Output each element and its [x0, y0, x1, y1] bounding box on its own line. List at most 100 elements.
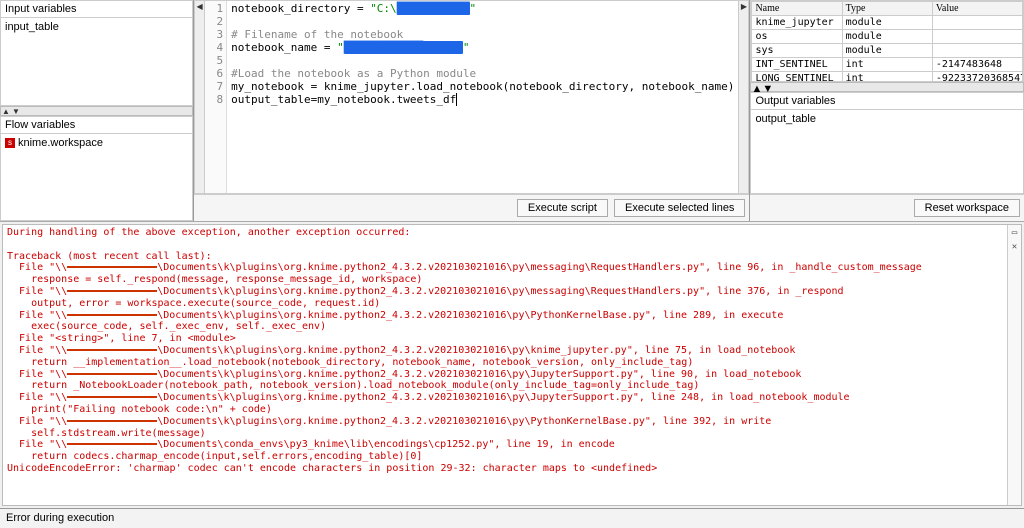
reset-workspace-button[interactable]: Reset workspace [914, 199, 1020, 217]
ln: 8 [205, 93, 223, 106]
code-area[interactable]: notebook_directory = "C:\███████████" # … [227, 1, 738, 193]
t: exec(source_code, self._exec_env, self._… [7, 321, 326, 332]
t: return _NotebookLoader(notebook_path, no… [7, 380, 699, 391]
input-variables-header: Input variables [0, 0, 193, 18]
code-editor[interactable]: ◀ 1 2 3 4 5 6 7 8 notebook_directory = "… [194, 0, 749, 194]
redacted [67, 443, 157, 445]
ln: 1 [205, 2, 223, 15]
cursor [456, 93, 457, 106]
clear-icon[interactable]: ✕ [1010, 242, 1020, 252]
redacted [67, 420, 157, 422]
t: File "\\ [7, 262, 67, 273]
ln: 2 [205, 15, 223, 28]
t: \Documents\k\plugins\org.knime.python2_4… [157, 345, 795, 356]
t: File "\\ [7, 345, 67, 356]
t: " [463, 41, 470, 54]
table-row[interactable]: knime_jupytermodule [752, 16, 1023, 30]
editor-column: ◀ 1 2 3 4 5 6 7 8 notebook_directory = "… [194, 0, 750, 221]
col-value[interactable]: Value [932, 2, 1022, 16]
collapse-icon[interactable]: ▭ [1010, 228, 1020, 238]
t: \Documents\conda_envs\py3_knime\lib\enco… [157, 439, 615, 450]
cell [932, 44, 1022, 58]
console-toolbar: ▭ ✕ [1007, 225, 1021, 505]
t: File "\\ [7, 286, 67, 297]
t: return __implementation__.load_notebook(… [7, 357, 693, 368]
table-row[interactable]: LONG_SENTINELint-922337203685477... [752, 72, 1023, 82]
t: \Documents\k\plugins\org.knime.python2_4… [157, 416, 771, 427]
flow-variables-body[interactable]: sknime.workspace [0, 134, 193, 222]
execute-script-button[interactable]: Execute script [517, 199, 608, 217]
right-column: Name Type Value knime_jupytermoduleosmod… [750, 0, 1024, 221]
comment: # Filename of the notebook [231, 28, 403, 41]
redacted: ████████████.ipynb [344, 41, 463, 54]
cell: -922337203685477... [932, 72, 1022, 82]
redacted [67, 373, 157, 375]
ln: 5 [205, 54, 223, 67]
cell: -2147483648 [932, 58, 1022, 72]
t: UnicodeEncodeError: 'charmap' codec can'… [7, 463, 657, 474]
input-variables-body[interactable]: input_table [0, 18, 193, 106]
variables-table[interactable]: Name Type Value knime_jupytermoduleosmod… [750, 0, 1024, 82]
col-type[interactable]: Type [842, 2, 932, 16]
redacted: ███████████ [397, 2, 470, 15]
table-row[interactable]: osmodule [752, 30, 1023, 44]
t: \Documents\k\plugins\org.knime.python2_4… [157, 369, 801, 380]
output-variables-header: Output variables [750, 92, 1024, 110]
flow-var-item[interactable]: sknime.workspace [3, 136, 190, 150]
t: print("Failing notebook code:\n" + code) [7, 404, 272, 415]
cell [932, 16, 1022, 30]
t: \Documents\k\plugins\org.knime.python2_4… [157, 392, 849, 403]
cell: LONG_SENTINEL [752, 72, 842, 82]
t: my_notebook = knime_jupyter.load_noteboo… [231, 80, 734, 93]
t: notebook_directory = [231, 2, 370, 15]
redacted [67, 314, 157, 316]
table-header-row: Name Type Value [752, 2, 1023, 16]
ln: 3 [205, 28, 223, 41]
splitter-left[interactable]: ▲▼ [0, 106, 193, 116]
chevron-right-icon[interactable]: ▶ [738, 1, 748, 193]
t: File "\\ [7, 416, 67, 427]
t: \Documents\k\plugins\org.knime.python2_4… [157, 262, 922, 273]
cell: knime_jupyter [752, 16, 842, 30]
ln: 4 [205, 41, 223, 54]
line-gutter: 1 2 3 4 5 6 7 8 [205, 1, 227, 193]
table-row[interactable]: sysmodule [752, 44, 1023, 58]
redacted [67, 396, 157, 398]
chevron-left-icon[interactable]: ◀ [195, 1, 205, 193]
cell: INT_SENTINEL [752, 58, 842, 72]
splitter-right[interactable]: ▲▼ [750, 82, 1024, 92]
output-variables-body[interactable]: output_table [750, 110, 1024, 195]
t: During handling of the above exception, … [7, 227, 410, 238]
t: File "\\ [7, 392, 67, 403]
redacted [67, 349, 157, 351]
cell: int [842, 58, 932, 72]
input-table-item[interactable]: input_table [3, 20, 190, 34]
output-table-item[interactable]: output_table [753, 112, 1021, 126]
t: \Documents\k\plugins\org.knime.python2_4… [157, 286, 843, 297]
console-output[interactable]: During handling of the above exception, … [2, 224, 1022, 506]
t: \Documents\k\plugins\org.knime.python2_4… [157, 310, 783, 321]
comment: #Load the notebook as a Python module [231, 67, 476, 80]
ln: 6 [205, 67, 223, 80]
chevron-down-icon: ▼ [762, 83, 773, 91]
t: File "\\ [7, 310, 67, 321]
t: " [470, 2, 477, 15]
execute-selected-button[interactable]: Execute selected lines [614, 199, 745, 217]
t: notebook_name = [231, 41, 337, 54]
col-name[interactable]: Name [752, 2, 842, 16]
chevron-up-icon: ▲ [751, 83, 762, 91]
t: File "\\ [7, 369, 67, 380]
t: File "\\ [7, 439, 67, 450]
redacted [67, 290, 157, 292]
t: response = self._respond(message, respon… [7, 274, 422, 285]
editor-buttons: Execute script Execute selected lines [194, 194, 749, 221]
cell: sys [752, 44, 842, 58]
vars-table: Name Type Value knime_jupytermoduleosmod… [751, 1, 1023, 82]
t: self.stdstream.write(message) [7, 428, 206, 439]
t: output, error = workspace.execute(source… [7, 298, 380, 309]
cell: module [842, 44, 932, 58]
cell: module [842, 30, 932, 44]
top-area: Input variables input_table ▲▼ Flow vari… [0, 0, 1024, 222]
flow-var-label: knime.workspace [18, 137, 103, 149]
table-row[interactable]: INT_SENTINELint-2147483648 [752, 58, 1023, 72]
